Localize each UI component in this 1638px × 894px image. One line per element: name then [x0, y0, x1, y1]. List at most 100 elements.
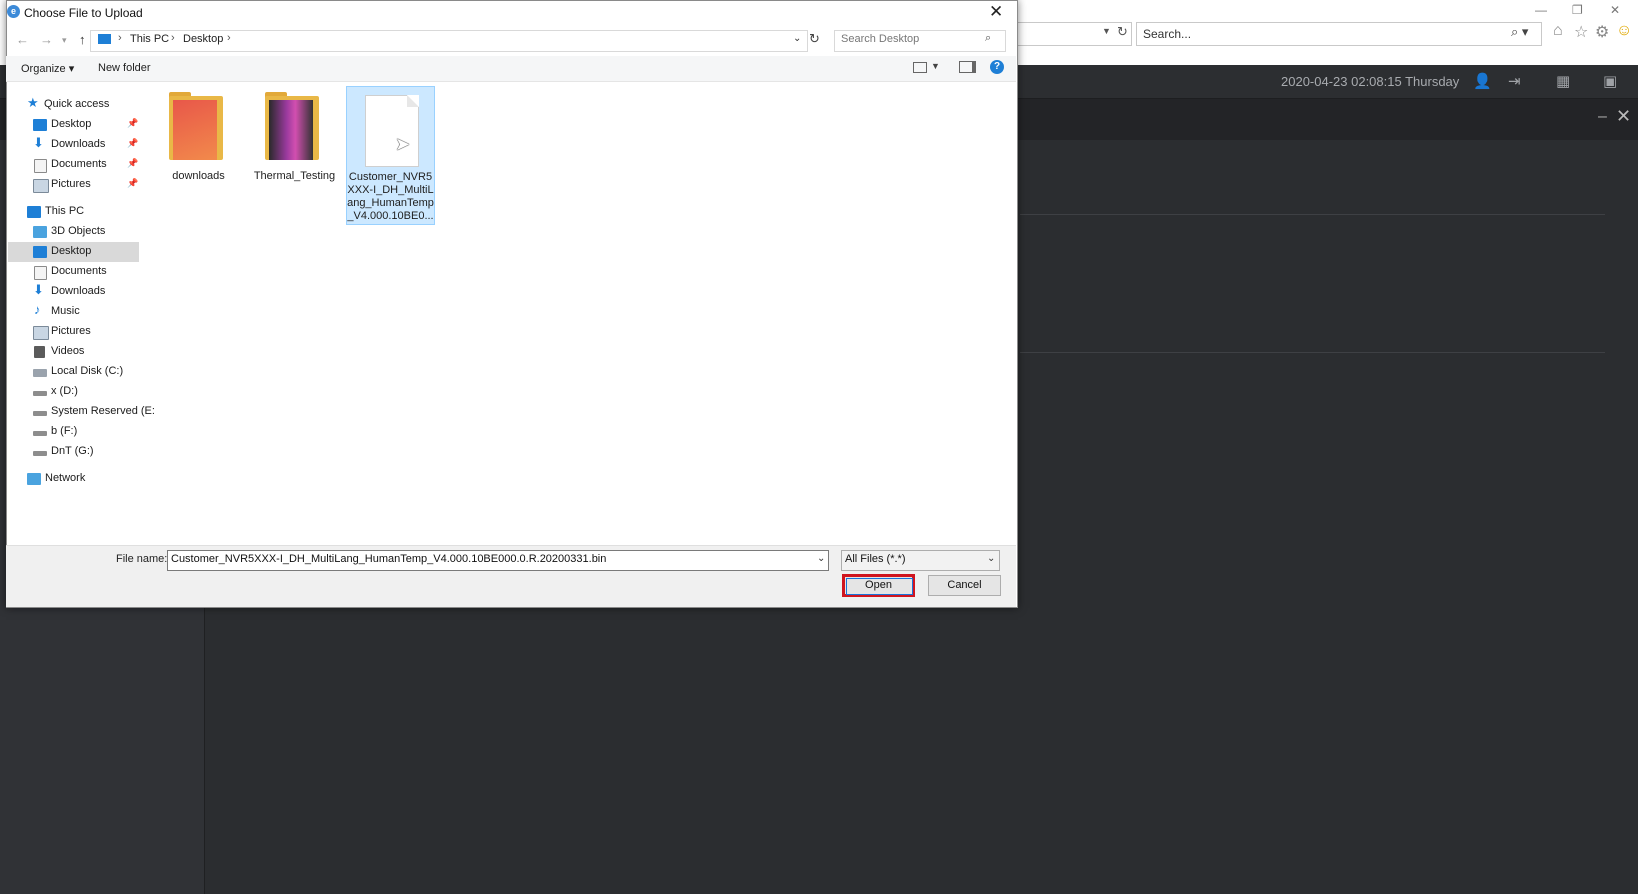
panel-close-icon[interactable]: ✕: [1616, 106, 1631, 127]
file-name-label: File name:: [116, 553, 168, 565]
nav-drive-d[interactable]: x (D:): [8, 382, 139, 402]
address-bar[interactable]: [1012, 22, 1132, 46]
restore-icon[interactable]: ❐: [1572, 3, 1583, 17]
nav-drive-f[interactable]: b (F:): [8, 422, 139, 442]
nav-label: Downloads: [51, 138, 106, 150]
smiley-icon[interactable]: ☺: [1616, 22, 1632, 40]
help-icon[interactable]: ?: [990, 60, 1004, 74]
nav-3d-objects[interactable]: 3D Objects: [8, 222, 139, 242]
download-icon: ⬇: [33, 135, 44, 150]
ie-icon: e: [7, 5, 20, 18]
download-icon: ⬇: [33, 282, 44, 297]
star-icon[interactable]: ☆: [1574, 22, 1588, 42]
nav-quick-access[interactable]: ★ Quick access: [8, 95, 139, 115]
file-type-value: All Files (*.*): [845, 553, 906, 565]
close-icon[interactable]: ✕: [1610, 3, 1620, 17]
drive-icon: [33, 451, 47, 456]
forward-icon[interactable]: →: [40, 32, 53, 47]
user-icon[interactable]: 👤: [1473, 72, 1492, 90]
nav-label: Documents: [51, 265, 107, 277]
view-options-icon[interactable]: [913, 62, 927, 73]
nav-network[interactable]: Network: [8, 469, 139, 489]
nav-label: Videos: [51, 345, 85, 357]
file-icon: [365, 95, 419, 167]
gear-icon[interactable]: ⚙: [1595, 22, 1609, 42]
recent-dropdown-icon[interactable]: ▾: [62, 35, 67, 46]
breadcrumb-separator: ›: [171, 32, 175, 44]
file-label: downloads: [172, 170, 225, 182]
pin-icon[interactable]: 📌: [127, 138, 138, 149]
home-icon[interactable]: ⌂: [1553, 22, 1563, 40]
file-item-firmware-bin[interactable]: Customer_NVR5XXX-I_DH_MultiLang_HumanTem…: [346, 86, 435, 225]
nav-documents[interactable]: Documents: [8, 262, 139, 282]
refresh-icon[interactable]: ↻: [809, 31, 820, 47]
dialog-close-icon[interactable]: ✕: [989, 2, 1003, 22]
up-icon[interactable]: ↑: [79, 32, 86, 47]
nav-quick-pictures[interactable]: Pictures 📌: [8, 175, 139, 195]
star-icon: ★: [27, 95, 39, 110]
nav-pictures[interactable]: Pictures: [8, 322, 139, 342]
view-dropdown-icon[interactable]: ▼: [931, 61, 940, 71]
logout-icon[interactable]: ⇥: [1508, 72, 1521, 90]
nav-quick-desktop[interactable]: Desktop 📌: [8, 115, 139, 135]
nav-label: This PC: [45, 205, 85, 217]
panel-minimize-icon[interactable]: –: [1598, 108, 1607, 126]
nav-music[interactable]: ♪ Music: [8, 302, 139, 322]
mouse-cursor-icon: ➤: [395, 134, 411, 154]
desktop-icon: [33, 246, 47, 258]
monitor-icon[interactable]: ▣: [1603, 72, 1617, 90]
drive-icon: [33, 369, 47, 377]
pin-icon[interactable]: 📌: [127, 178, 138, 189]
nav-label: Music: [51, 305, 80, 317]
new-folder-button[interactable]: New folder: [98, 62, 151, 74]
breadcrumb-this-pc[interactable]: This PC: [130, 33, 169, 45]
grid-icon[interactable]: ▦: [1556, 72, 1570, 90]
address-dropdown-icon[interactable]: ▼: [1102, 26, 1111, 36]
nav-label: System Reserved (E:: [51, 405, 155, 417]
nav-desktop[interactable]: Desktop: [8, 242, 139, 262]
picture-icon: [33, 326, 49, 340]
picture-icon: [33, 179, 49, 193]
nav-videos[interactable]: Videos: [8, 342, 139, 362]
browser-search-input[interactable]: [1136, 22, 1542, 46]
chevron-down-icon[interactable]: ⌄: [793, 33, 801, 44]
computer-icon: [98, 34, 111, 44]
dialog-search-placeholder: Search Desktop: [841, 33, 920, 45]
file-item-downloads[interactable]: downloads: [155, 86, 242, 223]
drive-icon: [33, 431, 47, 436]
nav-quick-documents[interactable]: Documents 📌: [8, 155, 139, 175]
video-icon: [34, 346, 45, 358]
document-icon: [34, 159, 47, 173]
preview-pane-icon[interactable]: [959, 61, 976, 73]
nav-label: DnT (G:): [51, 445, 94, 457]
search-icon[interactable]: ⌕: [985, 32, 991, 45]
nav-drive-e[interactable]: System Reserved (E:: [8, 402, 155, 422]
desktop-icon: [33, 119, 47, 131]
nav-label: 3D Objects: [51, 225, 106, 237]
nav-drive-g[interactable]: DnT (G:): [8, 442, 139, 462]
nav-downloads[interactable]: ⬇ Downloads: [8, 282, 139, 302]
back-icon[interactable]: ←: [16, 32, 29, 47]
nav-local-disk-c[interactable]: Local Disk (C:): [8, 362, 139, 382]
chevron-down-icon[interactable]: ⌄: [987, 553, 995, 564]
chevron-down-icon[interactable]: ⌄: [817, 553, 825, 564]
breadcrumb-desktop[interactable]: Desktop: [183, 33, 223, 45]
refresh-icon[interactable]: ↻: [1117, 24, 1128, 40]
breadcrumb-separator: ›: [118, 32, 122, 44]
nav-label: b (F:): [51, 425, 78, 437]
document-icon: [34, 266, 47, 280]
pin-icon[interactable]: 📌: [127, 118, 138, 129]
organize-button[interactable]: Organize ▾: [21, 62, 74, 75]
nav-quick-downloads[interactable]: ⬇ Downloads 📌: [8, 135, 139, 155]
cancel-button-label: Cancel: [947, 579, 982, 591]
app-datetime: 2020-04-23 02:08:15 Thursday: [1281, 74, 1460, 89]
file-label: Customer_NVR5XXX-I_DH_MultiLang_HumanTem…: [347, 171, 434, 222]
search-icon[interactable]: ⌕ ▾: [1511, 24, 1528, 40]
cube-icon: [33, 226, 47, 238]
nav-label: Pictures: [51, 178, 91, 190]
drive-icon: [33, 411, 47, 416]
minimize-icon[interactable]: —: [1535, 3, 1547, 17]
nav-this-pc[interactable]: This PC: [8, 202, 139, 222]
file-item-thermal-testing[interactable]: Thermal_Testing: [251, 86, 338, 223]
pin-icon[interactable]: 📌: [127, 158, 138, 169]
